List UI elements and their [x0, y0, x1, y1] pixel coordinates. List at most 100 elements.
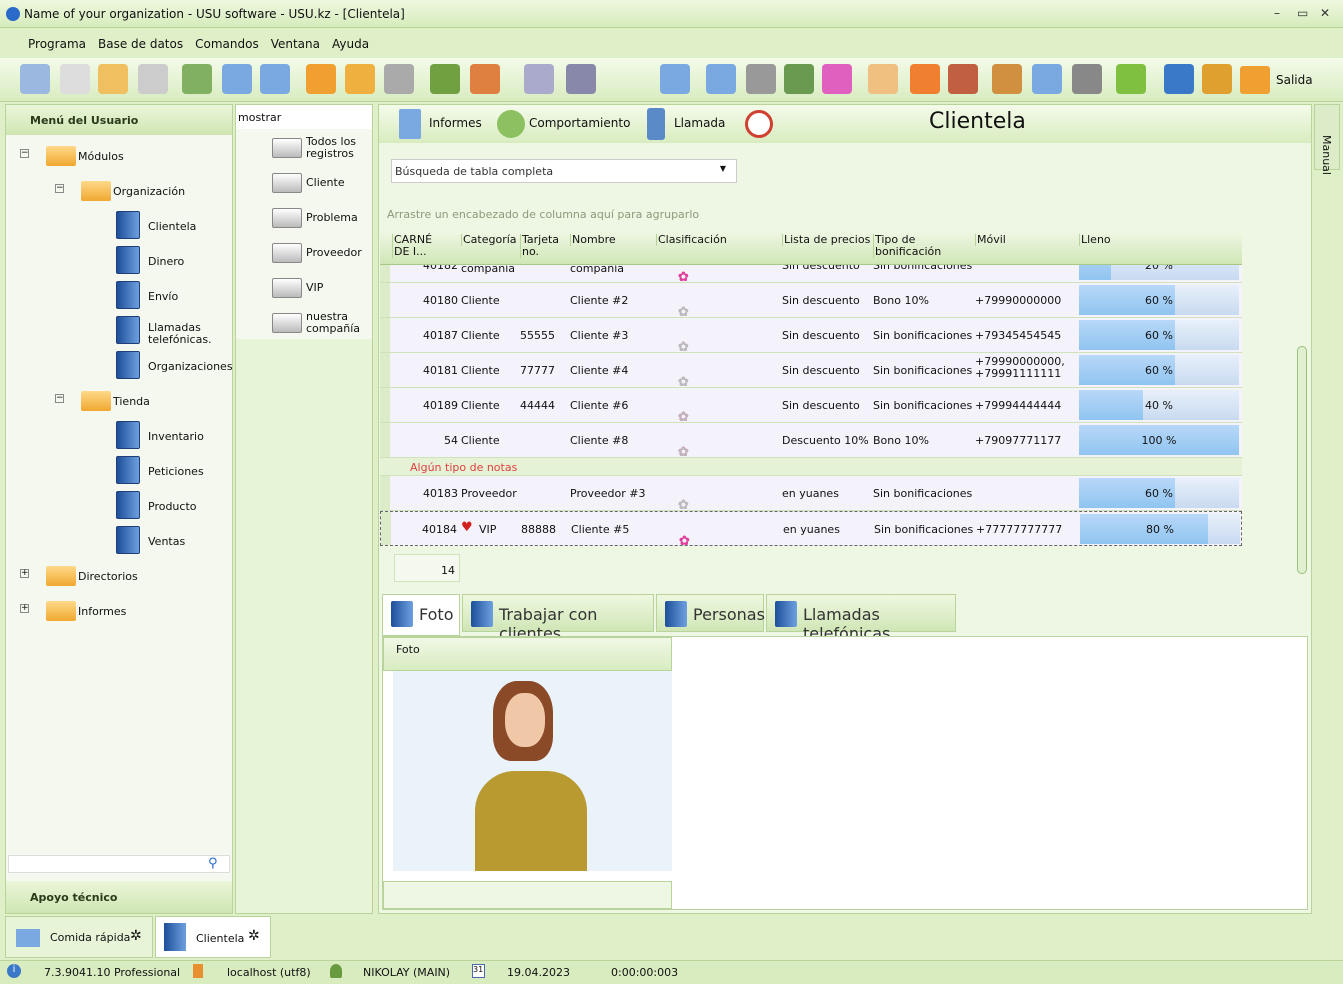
- row-indicator[interactable]: [380, 353, 390, 387]
- toolbar-icon-11[interactable]: [470, 64, 500, 94]
- exit-icon[interactable]: [1240, 66, 1270, 94]
- reports-button[interactable]: Informes: [429, 116, 482, 130]
- table-row[interactable]: 40184 ♥ VIP 88888 Cliente #5 ✿ ✿ ✿ ✿ ✿ en yuanes Si…: [380, 511, 1242, 549]
- toolbar-icon-15[interactable]: [706, 64, 736, 94]
- tab-personas[interactable]: Personas: [656, 594, 765, 632]
- row-indicator[interactable]: [380, 283, 390, 317]
- tree-item-inventario[interactable]: Inventario: [148, 431, 238, 443]
- taskbar-quick-food[interactable]: Comida rápida ✲: [5, 916, 153, 958]
- menu-programa[interactable]: Programa: [0, 32, 92, 56]
- column-header[interactable]: Categoría: [461, 234, 519, 246]
- expand-toggle[interactable]: +: [20, 569, 29, 578]
- toolbar-icon-19[interactable]: [868, 64, 898, 94]
- toolbar-icon-23[interactable]: [1032, 64, 1062, 94]
- tab-llamadas-telef-nicas[interactable]: Llamadas telefónicas: [766, 594, 956, 643]
- tree-item-peticiones[interactable]: Peticiones: [148, 466, 238, 478]
- column-header[interactable]: Tipo de bonificación: [873, 234, 973, 258]
- pin-icon[interactable]: ✲: [248, 928, 260, 944]
- column-header[interactable]: Nombre: [570, 234, 670, 246]
- tree-item-directorios[interactable]: Directorios: [78, 571, 168, 583]
- tab-foto[interactable]: Foto: [382, 594, 460, 636]
- menu-ayuda[interactable]: Ayuda: [326, 32, 375, 56]
- toolbar-icon-8[interactable]: [345, 64, 375, 94]
- toolbar-icon-0[interactable]: [20, 64, 50, 94]
- table-row[interactable]: 40180 Cliente Cliente #2 ✿ ✿ ✿ ✿ ✿ Sin descuento…: [380, 283, 1242, 320]
- toolbar-icon-5[interactable]: [222, 64, 252, 94]
- menu-base-de-datos[interactable]: Base de datos: [92, 32, 189, 56]
- tree-item-env-o[interactable]: Envío: [148, 291, 238, 303]
- toolbar-icon-25[interactable]: [1116, 64, 1146, 94]
- toolbar-icon-24[interactable]: [1072, 64, 1102, 94]
- toolbar-icon-22[interactable]: [992, 64, 1022, 94]
- toolbar-icon-17[interactable]: [784, 64, 814, 94]
- expand-toggle[interactable]: −: [20, 149, 29, 158]
- toolbar-icon-16[interactable]: [746, 64, 776, 94]
- row-indicator[interactable]: [381, 512, 391, 545]
- tree-item-dinero[interactable]: Dinero: [148, 256, 238, 268]
- filter-item[interactable]: VIP: [306, 282, 370, 294]
- toolbar-icon-12[interactable]: [524, 64, 554, 94]
- toolbar-icon-3[interactable]: [138, 64, 168, 94]
- tree-item-organizaci-n[interactable]: Organización: [113, 186, 203, 198]
- tree-item-producto[interactable]: Producto: [148, 501, 238, 513]
- column-header[interactable]: Lista de precios: [782, 234, 882, 246]
- row-indicator[interactable]: [380, 476, 390, 510]
- filter-item[interactable]: Proveedor: [306, 247, 370, 259]
- toolbar-icon-27[interactable]: [1202, 64, 1232, 94]
- row-indicator[interactable]: [380, 423, 390, 457]
- filter-item[interactable]: Cliente: [306, 177, 370, 189]
- toolbar-icon-6[interactable]: [260, 64, 290, 94]
- table-row[interactable]: 40187 Cliente 55555 Cliente #3 ✿ ✿ ✿ ✿ ✿ Sin desc…: [380, 318, 1242, 355]
- menu-ventana[interactable]: Ventana: [265, 32, 326, 56]
- exit-button[interactable]: Salida: [1276, 73, 1313, 87]
- row-indicator[interactable]: [380, 265, 390, 282]
- expand-toggle[interactable]: −: [55, 394, 64, 403]
- call-button[interactable]: Llamada: [674, 116, 725, 130]
- tree-item-clientela[interactable]: Clientela: [148, 221, 238, 233]
- toolbar-icon-20[interactable]: [910, 64, 940, 94]
- table-row[interactable]: 54 Cliente Cliente #8 ✿ ✿ ✿ ✿ ✿ Descuento 10% Bon…: [380, 423, 1242, 460]
- toolbar-icon-18[interactable]: [822, 64, 852, 94]
- tree-item-ventas[interactable]: Ventas: [148, 536, 238, 548]
- menu-comandos[interactable]: Comandos: [189, 32, 265, 56]
- table-row[interactable]: 40189 Cliente 44444 Cliente #6 ✿ ✿ ✿ ✿ ✿ Sin desc…: [380, 388, 1242, 425]
- tree-item-organizaciones[interactable]: Organizaciones: [148, 361, 238, 373]
- toolbar-icon-1[interactable]: [60, 64, 90, 94]
- clock-icon[interactable]: [745, 110, 773, 138]
- manual-side-tab[interactable]: Manual: [1314, 104, 1340, 175]
- column-header[interactable]: Clasificación: [656, 234, 756, 246]
- table-row[interactable]: 40182nuestra compañíanuestra compañía✿✿✿…: [380, 265, 1242, 285]
- table-search-combo[interactable]: Búsqueda de tabla completa ▼: [391, 159, 737, 183]
- menu-search-input[interactable]: [8, 855, 230, 873]
- tree-item-tienda[interactable]: Tienda: [113, 396, 203, 408]
- toolbar-icon-13[interactable]: [566, 64, 596, 94]
- toolbar-icon-14[interactable]: [660, 64, 690, 94]
- column-header[interactable]: CARNÉ DE I...: [392, 234, 450, 258]
- taskbar-clientela[interactable]: Clientela ✲: [155, 916, 271, 958]
- toolbar-icon-2[interactable]: [98, 64, 128, 94]
- filter-item[interactable]: Problema: [306, 212, 370, 224]
- row-indicator[interactable]: [380, 318, 390, 352]
- filter-item[interactable]: Todos los registros: [306, 136, 370, 160]
- tree-item-m-dulos[interactable]: Módulos: [78, 151, 168, 163]
- behavior-button[interactable]: Comportamiento: [529, 116, 630, 130]
- column-header[interactable]: Lleno: [1079, 234, 1179, 246]
- minimize-button[interactable]: –: [1274, 6, 1280, 20]
- row-indicator[interactable]: [380, 388, 390, 422]
- expand-toggle[interactable]: +: [20, 604, 29, 613]
- tree-item-llamadas-telef-nicas-[interactable]: Llamadas telefónicas.: [148, 322, 238, 346]
- pin-icon[interactable]: ✲: [130, 928, 142, 944]
- support-header[interactable]: Apoyo técnico: [6, 881, 232, 913]
- toolbar-icon-10[interactable]: [430, 64, 460, 94]
- tree-item-informes[interactable]: Informes: [78, 606, 168, 618]
- expand-toggle[interactable]: −: [55, 184, 64, 193]
- close-button[interactable]: ✕: [1320, 6, 1330, 20]
- toolbar-icon-4[interactable]: [182, 64, 212, 94]
- tab-trabajar-con-clientes[interactable]: Trabajar con clientes: [462, 594, 654, 643]
- toolbar-icon-26[interactable]: [1164, 64, 1194, 94]
- toolbar-icon-21[interactable]: [948, 64, 978, 94]
- column-header[interactable]: Móvil: [975, 234, 1075, 246]
- toolbar-icon-9[interactable]: [384, 64, 414, 94]
- table-row[interactable]: 40181 Cliente 77777 Cliente #4 ✿ ✿ ✿ ✿ ✿ Sin desc…: [380, 353, 1242, 390]
- table-row[interactable]: 40183 Proveedor Proveedor #3 ✿ ✿ ✿ ✿ ✿ en yuanes…: [380, 476, 1242, 513]
